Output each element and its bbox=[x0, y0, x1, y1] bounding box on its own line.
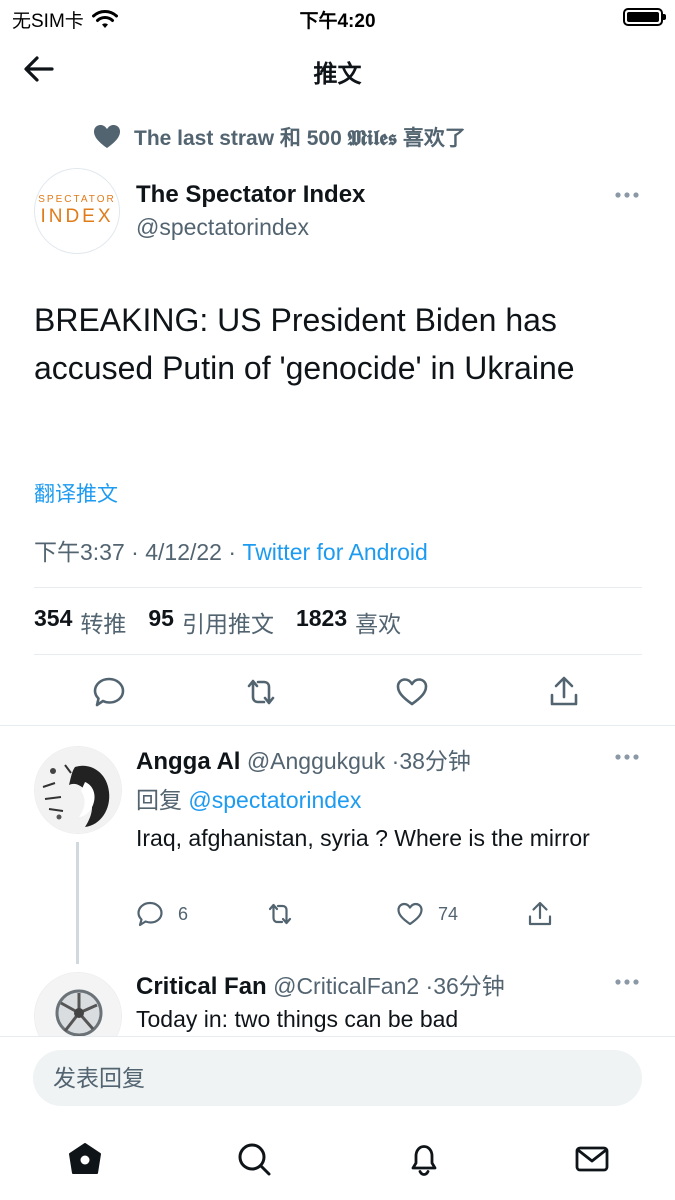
social-context[interactable]: The last straw 和 500 𝕸𝖎𝖑𝖊𝖘 喜欢了 bbox=[92, 122, 466, 152]
likes-label[interactable]: 喜欢 bbox=[355, 605, 401, 639]
tweet-source[interactable]: Twitter for Android bbox=[242, 539, 427, 565]
divider bbox=[34, 654, 642, 655]
meta-separator: · bbox=[228, 539, 243, 565]
tweet-meta: 下午3:37 · 4/12/22 · Twitter for Android bbox=[34, 533, 428, 567]
reply-retweet-button[interactable] bbox=[266, 900, 294, 928]
share-icon[interactable] bbox=[547, 675, 581, 709]
tweet-time: 下午3:37 bbox=[34, 539, 125, 565]
reply-text: Iraq, afghanistan, syria ? Where is the … bbox=[136, 825, 590, 851]
quotes-label[interactable]: 引用推文 bbox=[182, 605, 274, 639]
more-icon[interactable] bbox=[614, 190, 640, 200]
reply-time: 38分钟 bbox=[399, 748, 471, 774]
like-count: 74 bbox=[438, 903, 459, 924]
like-icon[interactable] bbox=[395, 675, 429, 709]
status-bar: 无SIM卡 下午4:20 bbox=[0, 0, 675, 34]
divider bbox=[34, 587, 642, 588]
home-icon[interactable] bbox=[66, 1140, 104, 1178]
reply-share-button[interactable] bbox=[526, 900, 554, 928]
reply-compose-input[interactable] bbox=[33, 1050, 642, 1106]
status-time: 下午4:20 bbox=[299, 11, 376, 32]
likes-count[interactable]: 1823 bbox=[296, 605, 347, 639]
share-icon bbox=[528, 901, 552, 926]
retweet-icon[interactable] bbox=[244, 675, 278, 709]
translate-tweet-link[interactable]: 翻译推文 bbox=[34, 478, 118, 508]
author-handle[interactable]: @spectatorindex bbox=[136, 214, 309, 241]
reply-prefix: 回复 bbox=[136, 787, 182, 813]
avatar[interactable] bbox=[34, 746, 122, 834]
quotes-count[interactable]: 95 bbox=[148, 605, 174, 639]
divider bbox=[0, 725, 675, 726]
reply-mention[interactable]: @spectatorindex bbox=[188, 787, 361, 813]
notifications-icon[interactable] bbox=[405, 1140, 443, 1178]
reply-icon[interactable] bbox=[92, 675, 126, 709]
tweet-text: BREAKING: US President Biden has accused… bbox=[34, 302, 575, 386]
author-name[interactable]: The Spectator Index bbox=[136, 181, 365, 209]
like-icon bbox=[397, 902, 423, 926]
replying-to: 回复 @spectatorindex bbox=[136, 781, 361, 815]
reply-text: Today in: two things can be bad bbox=[136, 1006, 459, 1032]
reply-like-button[interactable]: 74 bbox=[396, 900, 458, 928]
reply-header: Angga Al @Anggukguk ·38分钟 bbox=[136, 742, 471, 776]
reply-author-name[interactable]: Critical Fan bbox=[136, 973, 267, 1000]
retweet-icon bbox=[268, 903, 292, 925]
more-icon[interactable] bbox=[614, 752, 640, 762]
retweets-label[interactable]: 转推 bbox=[80, 605, 126, 639]
heart-icon bbox=[94, 125, 120, 148]
reply-time: 36分钟 bbox=[433, 973, 505, 999]
tweet-date: 4/12/22 bbox=[145, 539, 222, 565]
thread-line bbox=[76, 842, 79, 964]
retweets-count[interactable]: 354 bbox=[34, 605, 72, 639]
reply-icon bbox=[137, 901, 163, 927]
messages-icon[interactable] bbox=[573, 1140, 611, 1178]
reply-reply-button[interactable]: 6 bbox=[136, 900, 188, 928]
tweet-stats: 354 转推 95 引用推文 1823 喜欢 bbox=[34, 605, 401, 639]
reply-count: 6 bbox=[178, 903, 189, 924]
reply-header: Critical Fan @CriticalFan2 ·36分钟 bbox=[136, 967, 505, 1001]
meta-separator: · bbox=[131, 539, 146, 565]
search-icon[interactable] bbox=[235, 1140, 273, 1178]
avatar-logo-bottom: INDEX bbox=[40, 206, 114, 227]
page-title: 推文 bbox=[313, 61, 362, 88]
more-icon[interactable] bbox=[614, 977, 640, 987]
reply-author-name[interactable]: Angga Al bbox=[136, 748, 240, 775]
avatar-logo-top: SPECTATOR bbox=[38, 194, 116, 205]
social-context-text: The last straw 和 500 𝕸𝖎𝖑𝖊𝖘 喜欢了 bbox=[134, 127, 466, 150]
avatar-image bbox=[35, 747, 121, 833]
header: 推文 bbox=[0, 34, 675, 104]
avatar[interactable]: SPECTATOR INDEX bbox=[34, 168, 120, 254]
reply-author-handle[interactable]: @CriticalFan2 bbox=[273, 973, 419, 999]
battery-icon bbox=[623, 8, 666, 26]
reply-author-handle[interactable]: @Anggukguk bbox=[247, 748, 385, 774]
